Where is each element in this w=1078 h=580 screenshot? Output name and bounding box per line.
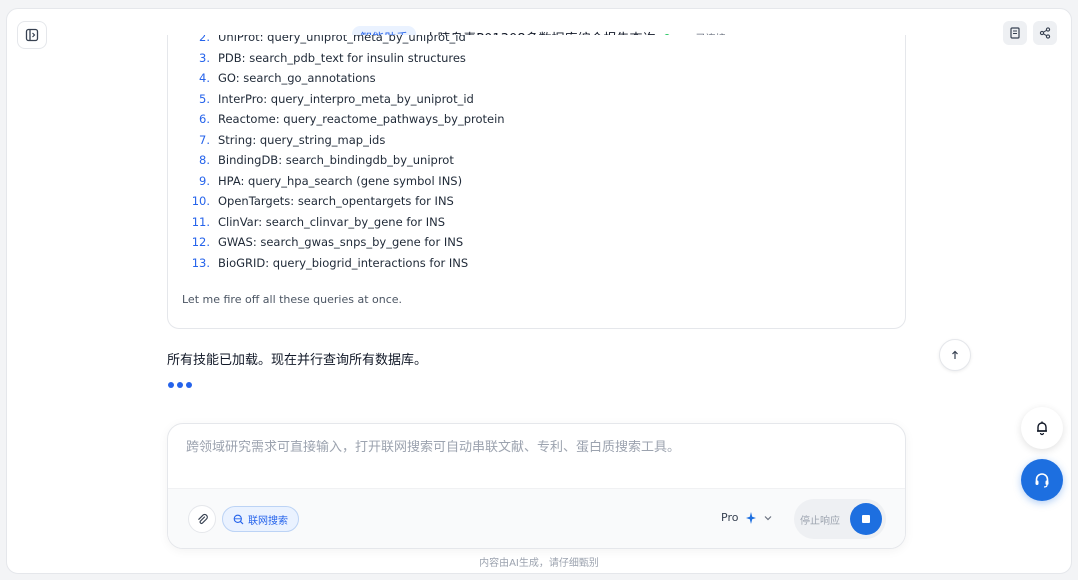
model-selector[interactable]: Pro: [721, 511, 772, 524]
tool-call-number: 3.: [199, 50, 210, 65]
tool-call-item: 7. String: query_string_map_ids: [168, 130, 505, 151]
tool-call-item: 6. Reactome: query_reactome_pathways_by_p…: [168, 109, 505, 130]
tool-call-item: 9. HPA: query_hpa_search (gene symbol INS…: [168, 171, 505, 192]
report-button[interactable]: [1003, 21, 1027, 45]
tool-call-number: 10.: [191, 194, 210, 209]
globe-search-icon: [233, 514, 244, 524]
tool-call-number: 9.: [199, 173, 210, 188]
chevron-down-icon: [765, 515, 772, 520]
tool-call-number: 6.: [199, 112, 210, 127]
tool-call-text: HPA: query_hpa_search (gene symbol INS): [218, 173, 463, 188]
scroll-to-top-button[interactable]: [939, 339, 971, 371]
typing-dot-icon: [168, 382, 174, 388]
customer-support-button[interactable]: [1021, 459, 1063, 501]
app-window: 智能助手 人胰岛素P01308多数据库综合报告查询 SSE 已连接 2: [6, 8, 1072, 574]
ai-disclaimer: 内容由AI生成，请仔细甄别: [479, 558, 599, 569]
tool-call-text: Reactome: query_reactome_pathways_by_pro…: [218, 112, 505, 127]
tool-call-text: PDB: search_pdb_text for insulin structu…: [218, 50, 466, 65]
headset-icon: [1035, 473, 1049, 488]
composer-toolbar: 联网搜索 Pro 停止响应: [168, 488, 905, 548]
prompt-input[interactable]: [186, 440, 886, 455]
tool-call-number: 12.: [191, 235, 210, 250]
tool-call-number: 2.: [199, 35, 210, 45]
tool-call-item: 12. GWAS: search_gwas_snps_by_gene for IN…: [168, 232, 505, 253]
tool-call-number: 5.: [199, 91, 210, 106]
sparkle-icon: [746, 511, 757, 524]
bell-icon: [1037, 421, 1047, 436]
tool-call-item: 10. OpenTargets: search_opentargets for I…: [168, 191, 505, 212]
stop-square-icon: [862, 515, 870, 523]
tool-call-item: 13. BioGRID: query_biogrid_interactions f…: [168, 253, 505, 274]
tool-plan-card: 2. UniProt: query_uniprot_meta_by_uniprot…: [167, 35, 906, 329]
tool-call-item: 11. ClinVar: search_clinvar_by_gene for I…: [168, 212, 505, 233]
composer: 联网搜索 Pro 停止响应: [167, 423, 906, 549]
tool-call-list: 2. UniProt: query_uniprot_meta_by_uniprot…: [168, 35, 505, 273]
tool-call-text: GO: search_go_annotations: [218, 71, 376, 86]
model-label: Pro: [721, 511, 739, 524]
stop-response-label: 停止响应: [800, 515, 840, 527]
tool-call-text: BioGRID: query_biogrid_interactions for …: [218, 255, 469, 270]
share-icon: [1039, 27, 1051, 39]
attach-button[interactable]: [188, 505, 216, 533]
assistant-reply: 所有技能已加载。现在并行查询所有数据库。: [167, 353, 428, 368]
web-search-label: 联网搜索: [248, 515, 288, 527]
header-actions: [1003, 21, 1057, 45]
tool-call-item: 4. GO: search_go_annotations: [168, 68, 505, 89]
tool-call-number: 13.: [191, 255, 210, 270]
paperclip-icon: [197, 513, 208, 524]
tool-call-item: 3. PDB: search_pdb_text for insulin struc…: [168, 48, 505, 69]
arrow-up-icon: [952, 350, 958, 359]
tool-call-text: GWAS: search_gwas_snps_by_gene for INS: [218, 235, 464, 250]
stop-button[interactable]: [850, 503, 882, 535]
tool-call-text: UniProt: query_uniprot_meta_by_uniprot_i…: [218, 35, 466, 45]
typing-indicator: [168, 382, 192, 388]
tool-call-number: 8.: [199, 153, 210, 168]
card-note: Let me fire off all these queries at onc…: [182, 293, 403, 306]
web-search-toggle[interactable]: 联网搜索: [222, 506, 299, 532]
document-icon: [1010, 27, 1020, 39]
tool-call-number: 7.: [199, 132, 210, 147]
tool-call-text: BindingDB: search_bindingdb_by_uniprot: [218, 153, 454, 168]
tool-call-text: InterPro: query_interpro_meta_by_uniprot…: [218, 91, 474, 106]
notification-button[interactable]: [1021, 407, 1063, 449]
tool-call-item: 5. InterPro: query_interpro_meta_by_unipr…: [168, 89, 505, 110]
share-button[interactable]: [1033, 21, 1057, 45]
tool-call-text: ClinVar: search_clinvar_by_gene for INS: [218, 214, 446, 229]
tool-call-number: 4.: [199, 71, 210, 86]
typing-dot-icon: [186, 382, 192, 388]
typing-dot-icon: [177, 382, 183, 388]
tool-call-item: 8. BindingDB: search_bindingdb_by_uniprot: [168, 150, 505, 171]
tool-call-number: 11.: [191, 214, 210, 229]
tool-call-text: String: query_string_map_ids: [218, 132, 386, 147]
stop-response-control[interactable]: 停止响应: [794, 499, 886, 539]
tool-call-text: OpenTargets: search_opentargets for INS: [218, 194, 454, 209]
tool-call-item: 2. UniProt: query_uniprot_meta_by_uniprot…: [168, 35, 505, 48]
